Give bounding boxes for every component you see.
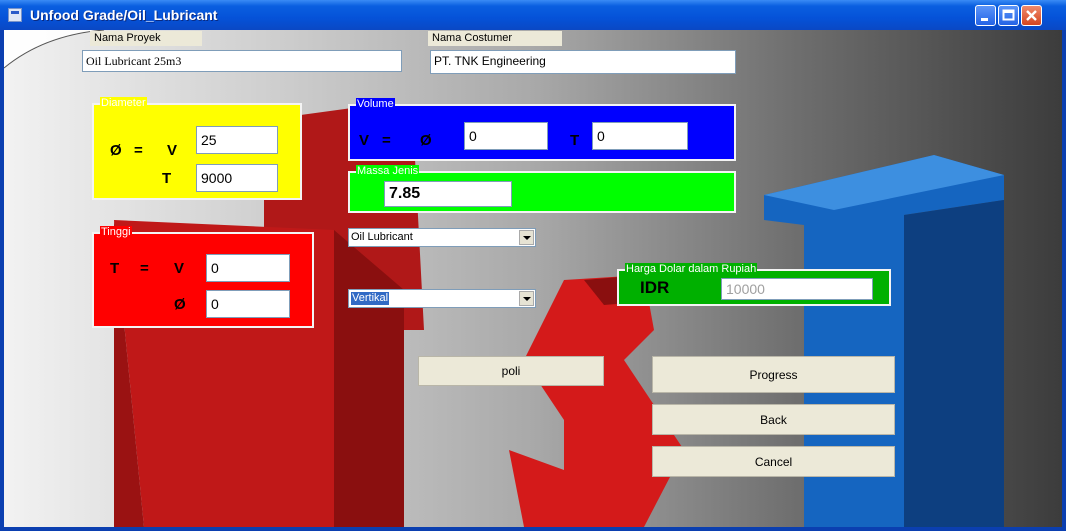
height-d-label: Ø <box>174 296 186 313</box>
app-icon <box>8 8 22 22</box>
diameter-formula-symbol: Ø <box>110 142 122 159</box>
title-bar[interactable]: Unfood Grade/Oil_Lubricant <box>0 0 1066 30</box>
volume-v-label: V <box>359 132 370 149</box>
project-name-label: Nama Proyek <box>90 31 202 46</box>
customer-name-label: Nama Costumer <box>428 31 562 46</box>
chevron-down-icon[interactable] <box>519 230 534 245</box>
minimize-button[interactable] <box>975 5 996 26</box>
maximize-button[interactable] <box>998 5 1019 26</box>
height-t-label: T <box>110 260 120 277</box>
volume-group-title: Volume <box>356 98 395 110</box>
height-eq: = <box>140 260 149 277</box>
chevron-down-icon[interactable] <box>519 291 534 306</box>
fluid-select[interactable]: Oil Lubricant <box>348 228 536 247</box>
volume-eq: = <box>382 132 391 149</box>
density-input[interactable]: 7.85 <box>384 181 512 207</box>
maximize-icon <box>1002 9 1015 21</box>
minimize-icon <box>981 18 988 21</box>
volume-diameter-input[interactable]: 0 <box>464 122 548 150</box>
back-button[interactable]: Back <box>652 404 895 435</box>
fluid-select-value: Oil Lubricant <box>351 231 413 243</box>
cancel-button[interactable]: Cancel <box>652 446 895 477</box>
diameter-group-title: Diameter <box>100 97 147 109</box>
diameter-v-label: V <box>167 142 178 159</box>
volume-height-input[interactable]: 0 <box>592 122 688 150</box>
exchange-rate-group-title: Harga Dolar dalam Rupiah <box>625 263 758 275</box>
close-icon <box>1026 10 1037 21</box>
diameter-height-input[interactable]: 9000 <box>196 164 278 192</box>
density-group-title: Massa Jenis <box>356 165 420 177</box>
customer-name-input[interactable]: PT. TNK Engineering <box>430 50 736 74</box>
orientation-select[interactable]: Vertikal <box>348 289 536 308</box>
diameter-formula-eq: = <box>134 142 143 159</box>
diameter-t-label: T <box>162 170 172 187</box>
progress-button[interactable]: Progress <box>652 356 895 393</box>
height-diameter-input[interactable]: 0 <box>206 290 290 318</box>
orientation-select-value: Vertikal <box>351 292 390 305</box>
diameter-volume-input[interactable]: 25 <box>196 126 278 154</box>
volume-d-label: Ø <box>420 132 432 149</box>
poli-button[interactable]: poli <box>418 356 604 386</box>
exchange-rate-input[interactable]: 10000 <box>721 278 873 300</box>
form-area: Nama Proyek Oil Lubricant 25m3 Nama Cost… <box>4 30 1062 527</box>
height-group-title: Tinggi <box>100 226 132 238</box>
height-volume-input[interactable]: 0 <box>206 254 290 282</box>
project-name-input[interactable]: Oil Lubricant 25m3 <box>82 50 402 72</box>
window-title: Unfood Grade/Oil_Lubricant <box>30 7 218 23</box>
app-window: Unfood Grade/Oil_Lubricant Nama Proyek O… <box>0 0 1066 531</box>
volume-t-label: T <box>570 132 580 149</box>
currency-label: IDR <box>640 278 670 297</box>
height-v-label: V <box>174 260 185 277</box>
close-button[interactable] <box>1021 5 1042 26</box>
